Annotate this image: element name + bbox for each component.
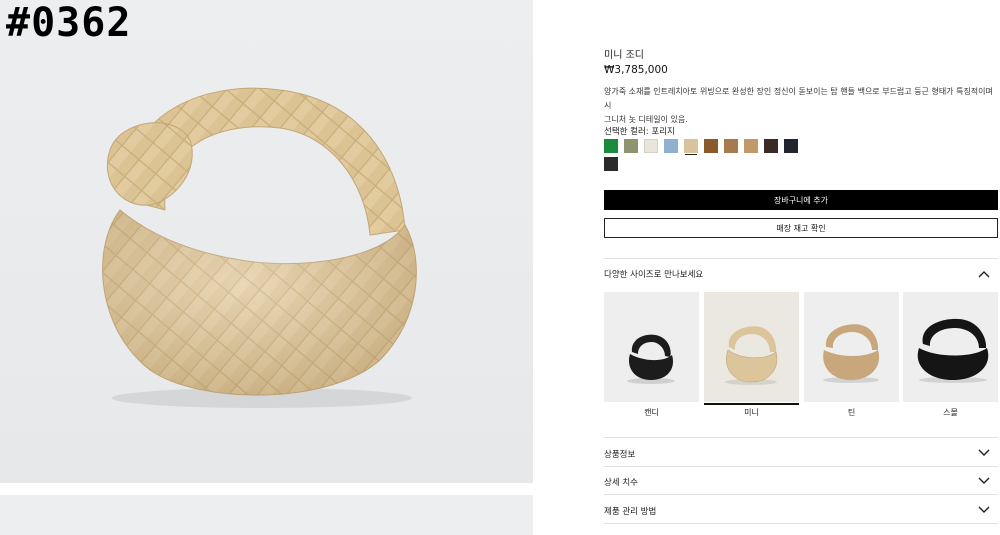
- accordion-care[interactable]: 제품 관리 방법: [604, 495, 998, 523]
- accordion-product-info[interactable]: 상품정보: [604, 438, 998, 466]
- chevron-up-icon: [978, 271, 990, 278]
- product-description: 양가죽 소재를 인트레치아토 위빙으로 완성한 장인 정신이 돋보이는 탑 핸들…: [604, 85, 998, 127]
- color-swatch-black[interactable]: [604, 157, 618, 171]
- color-swatch-olive[interactable]: [624, 139, 638, 153]
- jodie-bag-image: [102, 87, 417, 408]
- size-option-small[interactable]: 스몰: [903, 292, 998, 418]
- size-thumb-teen: [804, 292, 899, 402]
- color-swatch-ivory[interactable]: [644, 139, 658, 153]
- accordion-dimensions[interactable]: 상세 치수: [604, 467, 998, 495]
- accordion-label: 상세 치수: [604, 478, 638, 488]
- size-label: 캔디: [644, 408, 659, 417]
- size-label: 스몰: [943, 408, 958, 417]
- sizes-section-title: 다양한 사이즈로 만나보세요: [604, 270, 704, 280]
- add-to-cart-button[interactable]: 장바구니에 추가: [604, 190, 998, 210]
- size-options: 캔디 미니 틴 스몰: [604, 292, 998, 422]
- divider: [604, 523, 998, 524]
- small-bag-image: [917, 318, 989, 383]
- color-swatch-porridge[interactable]: [683, 138, 699, 154]
- size-thumb-candy: [604, 292, 699, 402]
- product-title: 미니 조디: [604, 50, 644, 61]
- size-option-teen[interactable]: 틴: [804, 292, 899, 418]
- item-code-label: #0362: [6, 0, 132, 46]
- color-swatch-navy[interactable]: [784, 139, 798, 153]
- check-store-stock-button[interactable]: 매장 재고 확인: [604, 218, 998, 238]
- accordion-label: 제품 관리 방법: [604, 507, 657, 517]
- divider: [604, 258, 998, 259]
- chevron-down-icon: [978, 477, 990, 484]
- color-swatch-green[interactable]: [604, 139, 618, 153]
- candy-bag-image: [627, 334, 675, 384]
- color-swatch-brown[interactable]: [704, 139, 718, 153]
- teen-bag-image: [823, 324, 880, 383]
- color-swatch-dark-brown[interactable]: [764, 139, 778, 153]
- chevron-down-icon: [978, 506, 990, 513]
- selected-color-label: 선택한 컬러: 포리지: [604, 127, 675, 137]
- description-line: 양가죽 소재를 인트레치아토 위빙으로 완성한 장인 정신이 돋보이는 탑 핸들…: [604, 87, 993, 110]
- product-main-image[interactable]: #0362: [0, 0, 533, 483]
- color-swatch-tan[interactable]: [744, 139, 758, 153]
- size-label: 틴: [847, 408, 856, 417]
- sizes-accordion-header[interactable]: 다양한 사이즈로 만나보세요: [604, 260, 998, 286]
- selected-size-indicator: [704, 403, 799, 405]
- product-secondary-image[interactable]: [0, 495, 533, 535]
- color-swatch-light-blue[interactable]: [664, 139, 678, 153]
- accordion-label: 상품정보: [604, 450, 636, 460]
- color-swatch-caramel[interactable]: [724, 139, 738, 153]
- size-thumb-mini: [704, 292, 799, 402]
- size-option-mini[interactable]: 미니: [704, 292, 799, 418]
- mini-bag-image: [725, 326, 778, 385]
- chevron-down-icon: [978, 449, 990, 456]
- size-label: 미니: [744, 408, 759, 417]
- size-option-candy[interactable]: 캔디: [604, 292, 699, 418]
- size-thumb-small: [903, 292, 998, 402]
- product-price: ₩3,785,000: [604, 64, 668, 76]
